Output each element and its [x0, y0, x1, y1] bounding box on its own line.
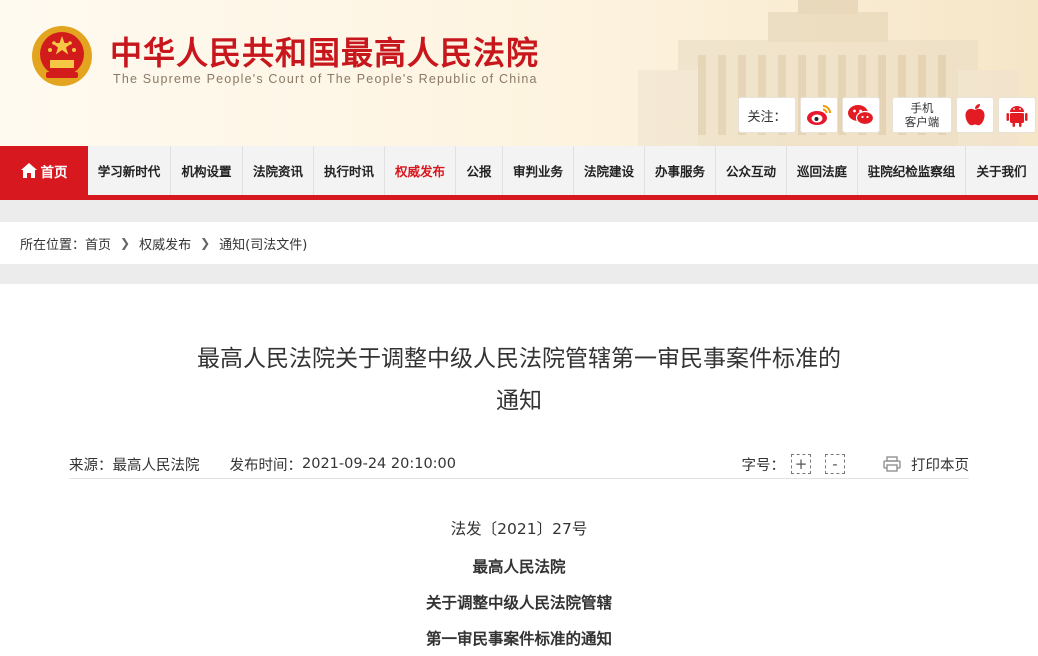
site-title[interactable]: 中华人民共和国最高人民法院	[110, 28, 539, 74]
nav-item-court-news[interactable]: 法院资讯	[243, 146, 314, 195]
article-title-line1: 最高人民法院关于调整中级人民法院管辖第一审民事案件标准的	[197, 346, 841, 372]
article-title: 最高人民法院关于调整中级人民法院管辖第一审民事案件标准的 通知	[80, 338, 958, 422]
font-increase-button[interactable]: +	[791, 454, 811, 474]
chevron-right-icon: ❯	[120, 236, 131, 250]
nav-item-circuit-court[interactable]: 巡回法庭	[787, 146, 858, 195]
article-meta: 来源： 最高人民法院 发布时间： 2021-09-24 20:10:00 字号：…	[69, 450, 969, 478]
source-value: 最高人民法院	[112, 457, 200, 474]
nav-item-services[interactable]: 办事服务	[645, 146, 716, 195]
breadcrumb: 所在位置： 首页 ❯ 权威发布 ❯ 通知(司法文件)	[0, 222, 1038, 264]
follow-label: 关注：	[738, 97, 796, 133]
nav-item-trial[interactable]: 审判业务	[503, 146, 574, 195]
nav-home[interactable]: 首页	[0, 146, 88, 195]
chevron-right-icon: ❯	[200, 236, 211, 250]
nav-item-study[interactable]: 学习新时代	[88, 146, 171, 195]
gray-band-bottom	[0, 264, 1038, 284]
document-heading-line1: 最高人民法院	[472, 558, 566, 576]
font-size-label: 字号：	[741, 457, 786, 474]
time-label: 发布时间：	[229, 457, 303, 474]
document-heading-line3: 第一审民事案件标准的通知	[425, 630, 612, 648]
breadcrumb-prefix: 所在位置：	[20, 237, 86, 253]
nav-item-organization[interactable]: 机构设置	[171, 146, 243, 195]
nav-item-court-building[interactable]: 法院建设	[574, 146, 645, 195]
nav-item-about[interactable]: 关于我们	[966, 146, 1037, 195]
print-button[interactable]: 打印本页	[911, 454, 969, 475]
document-number: 法发〔2021〕27号	[450, 520, 588, 538]
nav-item-authority[interactable]: 权威发布	[385, 146, 456, 195]
article-tools: 字号： + - 打印本页	[741, 454, 969, 475]
nav-item-discipline[interactable]: 驻院纪检监察组	[858, 146, 966, 195]
gray-band-top	[0, 200, 1038, 222]
mobile-client-link[interactable]: 手机 客户端	[892, 97, 952, 133]
article-title-line2: 通知	[496, 388, 542, 414]
site-header: 中华人民共和国最高人民法院 The Supreme People's Court…	[0, 0, 1038, 146]
nav-item-gazette[interactable]: 公报	[456, 146, 503, 195]
main-nav: 首页 学习新时代 机构设置 法院资讯 执行时讯 权威发布 公报 审判业务 法院建…	[0, 146, 1038, 200]
breadcrumb-home[interactable]: 首页	[85, 234, 111, 253]
meta-divider	[69, 478, 969, 479]
follow-bar: 关注： 手机 客户端	[738, 96, 1036, 134]
apple-icon[interactable]	[956, 97, 994, 133]
document-heading-line2: 关于调整中级人民法院管辖	[425, 594, 612, 612]
national-emblem-logo[interactable]	[30, 24, 94, 88]
time-value: 2021-09-24 20:10:00	[302, 456, 456, 472]
mobile-link-line1: 手机	[910, 101, 934, 115]
source-label: 来源：	[69, 457, 113, 474]
home-icon	[20, 163, 37, 178]
site-subtitle: The Supreme People's Court of The People…	[113, 72, 538, 86]
breadcrumb-notice[interactable]: 通知(司法文件)	[219, 234, 307, 253]
nav-home-label: 首页	[40, 164, 68, 181]
mobile-link-line2: 客户端	[904, 115, 940, 129]
nav-item-enforcement[interactable]: 执行时讯	[314, 146, 385, 195]
breadcrumb-authority[interactable]: 权威发布	[139, 234, 191, 253]
font-decrease-button[interactable]: -	[825, 454, 845, 474]
printer-icon[interactable]	[883, 456, 901, 472]
android-icon[interactable]	[998, 97, 1036, 133]
wechat-icon[interactable]	[842, 97, 880, 133]
weibo-icon[interactable]	[800, 97, 838, 133]
nav-item-interaction[interactable]: 公众互动	[716, 146, 787, 195]
